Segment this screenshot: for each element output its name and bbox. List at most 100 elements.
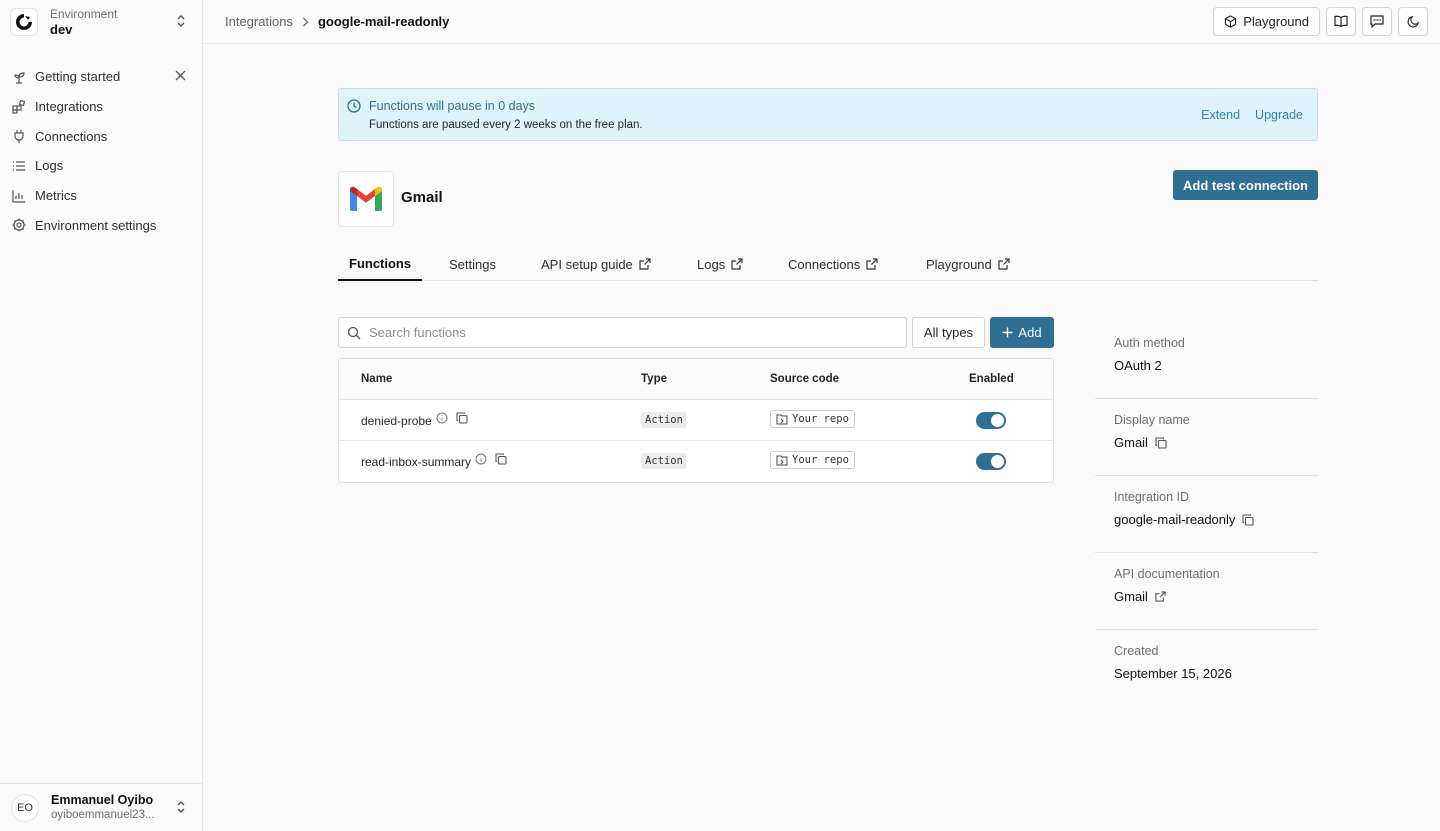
table-row[interactable]: denied-probe Action Your repo	[339, 400, 1053, 441]
type-filter-button[interactable]: All types	[912, 317, 985, 348]
tab-label: Logs	[697, 256, 726, 272]
search-input[interactable]	[369, 325, 889, 340]
detail-value: September 15, 2026	[1114, 666, 1232, 681]
sidebar-item-label: Environment settings	[35, 217, 157, 233]
tab-connections[interactable]: Connections	[788, 248, 878, 280]
integration-title: Gmail	[401, 189, 443, 206]
enabled-toggle[interactable]	[976, 412, 1006, 429]
function-name[interactable]: denied-probe	[361, 414, 432, 428]
source-code-label: Your repo	[792, 413, 849, 425]
sidebar-item-label: Getting started	[35, 69, 121, 85]
list-icon	[12, 159, 26, 173]
sidebar-item-integrations[interactable]: Integrations	[0, 92, 202, 122]
tab-label: Functions	[349, 256, 412, 271]
copy-icon[interactable]	[495, 453, 507, 465]
close-icon[interactable]	[175, 70, 186, 81]
detail-label: Auth method	[1114, 336, 1185, 350]
user-name: Emmanuel Oyibo	[51, 792, 154, 807]
repo-icon	[776, 414, 788, 425]
column-header-name: Name	[361, 373, 393, 385]
function-name[interactable]: read-inbox-summary	[361, 455, 471, 469]
breadcrumb-integrations[interactable]: Integrations	[225, 14, 293, 29]
api-documentation-link[interactable]: Gmail	[1114, 589, 1148, 604]
user-menu[interactable]: EO Emmanuel Oyibo oyiboemmanuel23...	[0, 783, 202, 831]
plug-icon	[12, 129, 26, 144]
detail-api-documentation: API documentation Gmail	[1095, 553, 1318, 630]
add-function-button[interactable]: Add	[990, 317, 1054, 348]
extend-link[interactable]: Extend	[1201, 108, 1240, 122]
chevron-up-down-icon	[176, 800, 186, 814]
search-functions-box	[338, 317, 907, 348]
environment-switcher[interactable]: Environment dev	[0, 0, 202, 44]
topbar: Integrations google-mail-readonly Playgr…	[203, 0, 1440, 44]
repo-icon	[776, 455, 788, 466]
tab-settings[interactable]: Settings	[449, 248, 496, 280]
source-code-badge[interactable]: Your repo	[770, 451, 855, 469]
external-link-icon	[998, 258, 1010, 270]
chevron-up-down-icon	[176, 14, 186, 28]
sidebar-item-connections[interactable]: Connections	[0, 121, 202, 151]
tab-functions[interactable]: Functions	[338, 248, 423, 281]
clock-icon	[347, 99, 361, 113]
external-link-icon	[639, 258, 651, 270]
detail-auth-method: Auth method OAuth 2	[1095, 322, 1318, 399]
tab-label: API setup guide	[541, 256, 633, 272]
detail-label: Display name	[1114, 413, 1190, 427]
blocks-icon	[12, 99, 26, 114]
sidebar-item-getting-started[interactable]: Getting started	[0, 62, 202, 92]
integration-tabs: Functions Settings API setup guide Logs …	[338, 248, 1318, 281]
search-icon	[347, 326, 361, 340]
sidebar-item-label: Connections	[35, 128, 108, 144]
tab-label: Connections	[788, 256, 861, 272]
theme-toggle-button[interactable]	[1398, 7, 1428, 36]
detail-display-name: Display name Gmail	[1095, 399, 1318, 476]
banner-title: Functions will pause in 0 days	[369, 99, 536, 113]
external-link-icon	[866, 258, 878, 270]
detail-value: Gmail	[1114, 435, 1148, 450]
copy-icon[interactable]	[456, 412, 468, 424]
sidebar-item-logs[interactable]: Logs	[0, 151, 202, 181]
plus-icon	[1002, 327, 1013, 338]
tab-playground[interactable]: Playground	[926, 248, 1010, 280]
app-logo	[10, 8, 38, 36]
playground-label: Playground	[1243, 14, 1309, 29]
sidebar-item-label: Integrations	[35, 99, 103, 115]
detail-label: API documentation	[1114, 567, 1220, 581]
sidebar-item-environment-settings[interactable]: Environment settings	[0, 210, 202, 240]
functions-table: Name Type Source code Enabled denied-pro…	[338, 358, 1054, 483]
column-header-enabled: Enabled	[969, 373, 1014, 385]
environment-label: Environment	[50, 6, 118, 21]
moon-icon	[1406, 15, 1420, 28]
message-icon	[1370, 15, 1384, 28]
feedback-button[interactable]	[1362, 7, 1392, 36]
copy-icon[interactable]	[1242, 513, 1254, 526]
sidebar-item-label: Logs	[35, 158, 64, 174]
docs-button[interactable]	[1326, 7, 1356, 36]
chart-icon	[12, 189, 26, 203]
add-label: Add	[1018, 325, 1042, 340]
tab-label: Settings	[449, 256, 496, 272]
tab-label: Playground	[926, 256, 992, 272]
sidebar-item-metrics[interactable]: Metrics	[0, 181, 202, 211]
tab-logs[interactable]: Logs	[697, 248, 743, 280]
book-icon	[1334, 15, 1348, 28]
detail-label: Integration ID	[1114, 490, 1190, 504]
external-link-icon[interactable]	[1155, 591, 1166, 602]
enabled-toggle[interactable]	[976, 453, 1006, 470]
type-badge: Action	[641, 412, 687, 428]
table-row[interactable]: read-inbox-summary Action Your repo	[339, 441, 1053, 482]
source-code-badge[interactable]: Your repo	[770, 410, 855, 428]
column-header-source: Source code	[770, 373, 840, 385]
upgrade-link[interactable]: Upgrade	[1255, 108, 1303, 122]
chevron-right-icon	[302, 17, 309, 27]
info-icon[interactable]	[475, 453, 487, 465]
gear-icon	[12, 218, 26, 232]
info-icon[interactable]	[436, 412, 448, 424]
add-test-connection-button[interactable]: Add test connection	[1173, 170, 1318, 200]
copy-icon[interactable]	[1155, 436, 1167, 449]
environment-value: dev	[50, 21, 73, 37]
playground-button[interactable]: Playground	[1213, 7, 1320, 36]
tab-api-setup-guide[interactable]: API setup guide	[541, 248, 651, 280]
detail-value: OAuth 2	[1114, 358, 1162, 373]
user-email: oyiboemmanuel23...	[51, 809, 155, 822]
